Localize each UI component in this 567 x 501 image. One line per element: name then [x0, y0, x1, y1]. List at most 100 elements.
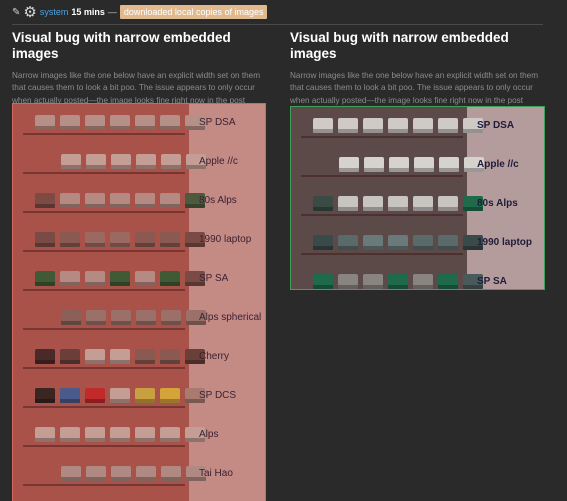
keycap-row: 1990 laptop	[13, 221, 265, 260]
divider	[12, 24, 543, 25]
keycap-shadow	[23, 445, 185, 447]
keycap	[61, 466, 81, 481]
keycap	[161, 466, 181, 481]
keycap-row-keys	[29, 271, 205, 289]
keycap	[338, 118, 358, 133]
keycap-profile-label: 1990 laptop	[199, 234, 252, 245]
keycap-image-narrow-preview[interactable]: SP DSA Apple //c 80s Alps 1990 laptop SP SA	[290, 106, 545, 290]
keycap-image-narrow-buggy[interactable]: SP DSA Apple //c 80s Alps 1990 laptop SP SA A…	[12, 103, 266, 501]
keycap-row: SP DSA	[13, 104, 265, 143]
keycap-row: SP DSA	[291, 107, 544, 146]
keycap-profile-label: 1990 laptop	[477, 237, 533, 248]
keycap-row-keys	[29, 232, 205, 250]
keycap	[110, 193, 130, 208]
keycap-shadow	[301, 253, 463, 255]
keycap-profile-label: Apple //c	[199, 156, 238, 167]
keycap	[338, 235, 358, 250]
keycap-row-keys	[29, 388, 205, 406]
keycap-row-keys	[29, 193, 205, 211]
keycap	[413, 274, 433, 289]
keycap-shadow	[301, 175, 463, 177]
keycap-row: SP SA	[13, 260, 265, 299]
edit-time[interactable]: 15 mins	[71, 7, 105, 17]
keycap	[160, 193, 180, 208]
keycap	[86, 310, 106, 325]
pencil-icon[interactable]: ✎	[12, 7, 20, 18]
user-link[interactable]: system	[40, 7, 69, 17]
keycap	[160, 271, 180, 286]
keycap-row: 80s Alps	[13, 182, 265, 221]
keycap	[135, 193, 155, 208]
keycap-row-keys	[29, 154, 206, 172]
keycap-shadow	[23, 289, 185, 291]
keycap-profile-label: Apple //c	[477, 159, 519, 170]
keycap	[60, 193, 80, 208]
keycap	[136, 310, 156, 325]
keycap	[35, 427, 55, 442]
keycap	[135, 427, 155, 442]
keycap	[110, 349, 130, 364]
keycap	[85, 115, 105, 130]
keycap	[60, 232, 80, 247]
keycap	[35, 115, 55, 130]
post-edit-history-bar: ✎ ⚙ system 15 mins — downloaded local co…	[0, 0, 567, 24]
keycap-profile-label: Alps spherical	[199, 312, 262, 323]
keycap	[438, 118, 458, 133]
keycap	[61, 310, 81, 325]
keycap	[413, 118, 433, 133]
keycap	[363, 274, 383, 289]
keycap	[313, 118, 333, 133]
keycap	[60, 388, 80, 403]
keycap	[85, 232, 105, 247]
keycap-shadow	[23, 367, 185, 369]
keycap	[85, 193, 105, 208]
keycap-row: Alps	[13, 416, 265, 455]
keycap-profile-label: Cherry	[199, 351, 230, 362]
keycap-row: SP DCS	[13, 377, 265, 416]
keycap	[414, 157, 434, 172]
keycap	[160, 232, 180, 247]
keycap	[35, 349, 55, 364]
keycap	[438, 196, 458, 211]
keycap	[388, 274, 408, 289]
keycap	[60, 427, 80, 442]
keycap	[388, 235, 408, 250]
keycap-row: SP SA	[291, 263, 544, 289]
keycap-profile-label: Alps	[199, 429, 219, 440]
keycap	[86, 466, 106, 481]
keycap-shadow	[23, 211, 185, 213]
keycap-shadow	[23, 250, 185, 252]
keycap	[160, 427, 180, 442]
keycap	[313, 274, 333, 289]
keycap-profile-label: 80s Alps	[477, 198, 518, 209]
keycap	[85, 349, 105, 364]
gear-icon[interactable]: ⚙	[23, 5, 36, 20]
keycap	[363, 235, 383, 250]
keycap-row-keys	[29, 466, 206, 484]
keycap-profile-label: SP SA	[199, 273, 229, 284]
keycap	[135, 271, 155, 286]
keycap-row-keys	[307, 274, 483, 289]
keycap-shadow	[301, 136, 463, 138]
keycap	[161, 310, 181, 325]
keycap	[160, 388, 180, 403]
keycap-row-keys	[307, 196, 483, 214]
keycap	[60, 349, 80, 364]
keycap-row: Apple //c	[13, 143, 265, 182]
keycap	[338, 274, 358, 289]
keycap-row: 1990 laptop	[291, 224, 544, 263]
keycap	[135, 232, 155, 247]
keycap	[438, 274, 458, 289]
keycap	[110, 232, 130, 247]
keycap-shadow	[23, 406, 185, 408]
keycap	[111, 310, 131, 325]
keycap	[135, 388, 155, 403]
keycap	[61, 154, 81, 169]
keycap	[413, 196, 433, 211]
keycap	[389, 157, 409, 172]
keycap	[110, 388, 130, 403]
keycap	[339, 157, 359, 172]
keycap-shadow	[23, 328, 185, 330]
keycap-shadow	[23, 133, 185, 135]
keycap-row-keys	[307, 157, 484, 175]
